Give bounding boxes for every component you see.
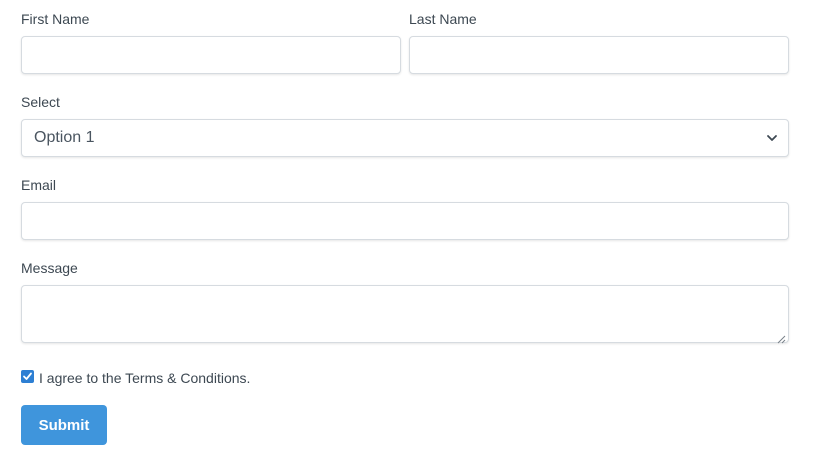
last-name-label: Last Name [409,11,477,27]
first-name-input[interactable] [21,36,401,74]
email-input[interactable] [21,202,789,240]
checkmark-icon [23,372,32,380]
select-label: Select [21,94,60,110]
agree-checkbox[interactable] [21,370,34,383]
agree-label[interactable]: I agree to the Terms & Conditions. [39,369,250,387]
option-select[interactable]: Option 1 [21,119,789,157]
chevron-down-icon [766,131,778,143]
message-label: Message [21,260,78,276]
first-name-label: First Name [21,11,90,27]
resize-grip-icon[interactable] [777,331,786,344]
select-value: Option 1 [34,129,95,146]
message-textarea[interactable] [21,285,789,344]
email-label: Email [21,177,57,193]
submit-button[interactable]: Submit [21,405,107,445]
last-name-input[interactable] [409,36,789,74]
